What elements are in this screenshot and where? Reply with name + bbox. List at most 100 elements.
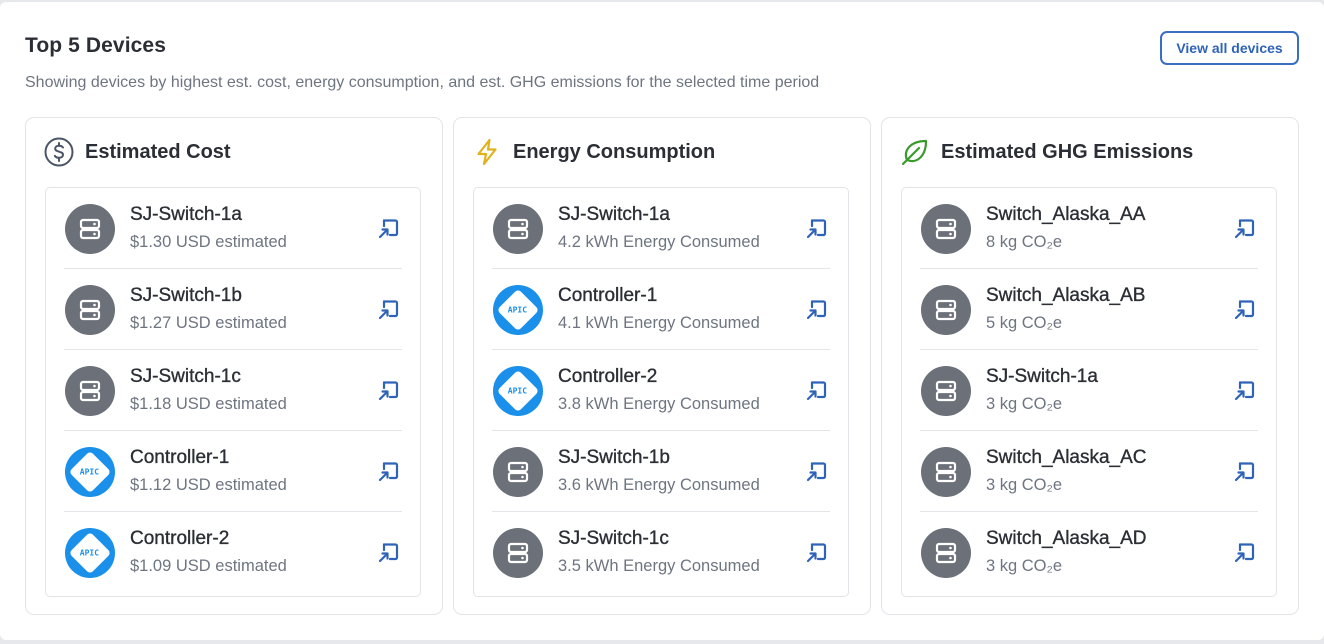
device-metric: $1.09 USD estimated bbox=[130, 557, 287, 575]
switch-device-icon bbox=[921, 285, 971, 335]
switch-device-icon bbox=[493, 204, 543, 254]
device-metric: $1.18 USD estimated bbox=[130, 395, 287, 413]
device-name[interactable]: SJ-Switch-1a bbox=[130, 204, 242, 226]
switch-device-icon bbox=[921, 447, 971, 497]
open-device-link-icon[interactable] bbox=[804, 541, 828, 565]
card-title: Energy Consumption bbox=[513, 140, 716, 163]
device-list: SJ-Switch-1a 4.2 kWh Energy Consumed API… bbox=[473, 187, 849, 597]
switch-device-icon bbox=[493, 447, 543, 497]
apic-controller-icon: APIC bbox=[493, 366, 543, 416]
open-device-link-icon[interactable] bbox=[804, 217, 828, 241]
apic-controller-icon: APIC bbox=[65, 528, 115, 578]
device-row: Switch_Alaska_AC 3 kg CO₂e bbox=[902, 431, 1276, 512]
open-device-link-icon[interactable] bbox=[1232, 541, 1256, 565]
panel-title: Top 5 Devices bbox=[25, 34, 166, 57]
device-row: Switch_Alaska_AB 5 kg CO₂e bbox=[902, 269, 1276, 350]
device-name[interactable]: Controller-1 bbox=[130, 447, 230, 469]
device-metric: $1.30 USD estimated bbox=[130, 233, 287, 251]
card-header: Estimated GHG Emissions bbox=[899, 136, 1193, 168]
apic-controller-icon: APIC bbox=[65, 447, 115, 497]
device-row: APIC Controller-2 3.8 kWh Energy Consume… bbox=[474, 350, 848, 431]
apic-controller-icon: APIC bbox=[493, 285, 543, 335]
device-metric: $1.12 USD estimated bbox=[130, 476, 287, 494]
open-device-link-icon[interactable] bbox=[1232, 460, 1256, 484]
top-devices-panel: Top 5 Devices Showing devices by highest… bbox=[0, 2, 1324, 640]
device-row: SJ-Switch-1b $1.27 USD estimated bbox=[46, 269, 420, 350]
open-device-link-icon[interactable] bbox=[804, 460, 828, 484]
device-metric: $1.27 USD estimated bbox=[130, 314, 287, 332]
device-name[interactable]: Controller-2 bbox=[558, 366, 658, 388]
device-row: SJ-Switch-1a 3 kg CO₂e bbox=[902, 350, 1276, 431]
switch-device-icon bbox=[921, 528, 971, 578]
device-row: SJ-Switch-1a $1.30 USD estimated bbox=[46, 188, 420, 269]
device-metric: 8 kg CO₂e bbox=[986, 233, 1063, 251]
open-device-link-icon[interactable] bbox=[376, 298, 400, 322]
ghg-emissions-card: Estimated GHG Emissions Switch_Alaska_AA… bbox=[881, 117, 1299, 615]
open-device-link-icon[interactable] bbox=[804, 379, 828, 403]
card-title: Estimated GHG Emissions bbox=[941, 140, 1194, 163]
device-name[interactable]: SJ-Switch-1c bbox=[558, 528, 669, 550]
device-metric: 3.6 kWh Energy Consumed bbox=[558, 476, 760, 494]
device-name[interactable]: Switch_Alaska_AC bbox=[986, 447, 1147, 469]
apic-label: APIC bbox=[80, 548, 100, 558]
view-all-devices-button[interactable]: View all devices bbox=[1160, 31, 1299, 65]
apic-label: APIC bbox=[80, 467, 100, 477]
device-metric: 5 kg CO₂e bbox=[986, 314, 1063, 332]
device-metric: 3.8 kWh Energy Consumed bbox=[558, 395, 760, 413]
lightning-bolt-icon bbox=[471, 136, 503, 168]
energy-consumption-card: Energy Consumption SJ-Switch-1a 4.2 kWh … bbox=[453, 117, 871, 615]
switch-device-icon bbox=[65, 204, 115, 254]
apic-diamond: APIC bbox=[496, 369, 540, 413]
device-row: SJ-Switch-1b 3.6 kWh Energy Consumed bbox=[474, 431, 848, 512]
device-row: SJ-Switch-1a 4.2 kWh Energy Consumed bbox=[474, 188, 848, 269]
open-device-link-icon[interactable] bbox=[376, 541, 400, 565]
open-device-link-icon[interactable] bbox=[376, 217, 400, 241]
device-name[interactable]: SJ-Switch-1c bbox=[130, 366, 241, 388]
device-name[interactable]: SJ-Switch-1a bbox=[558, 204, 670, 226]
switch-device-icon bbox=[65, 366, 115, 416]
leaf-icon bbox=[899, 136, 931, 168]
device-name[interactable]: SJ-Switch-1b bbox=[558, 447, 670, 469]
apic-label: APIC bbox=[508, 305, 528, 315]
panel-subtitle: Showing devices by highest est. cost, en… bbox=[25, 74, 820, 91]
device-name[interactable]: SJ-Switch-1b bbox=[130, 285, 242, 307]
device-row: Switch_Alaska_AD 3 kg CO₂e bbox=[902, 512, 1276, 593]
device-metric: 3 kg CO₂e bbox=[986, 557, 1063, 575]
dollar-circle-icon bbox=[43, 136, 75, 168]
card-header: Energy Consumption bbox=[471, 136, 715, 168]
device-row: APIC Controller-1 4.1 kWh Energy Consume… bbox=[474, 269, 848, 350]
device-metric: 4.1 kWh Energy Consumed bbox=[558, 314, 760, 332]
device-list: Switch_Alaska_AA 8 kg CO₂e Switch_Alaska… bbox=[901, 187, 1277, 597]
device-list: SJ-Switch-1a $1.30 USD estimated SJ-Swit… bbox=[45, 187, 421, 597]
open-device-link-icon[interactable] bbox=[1232, 379, 1256, 403]
switch-device-icon bbox=[921, 366, 971, 416]
device-row: APIC Controller-1 $1.12 USD estimated bbox=[46, 431, 420, 512]
device-row: SJ-Switch-1c $1.18 USD estimated bbox=[46, 350, 420, 431]
card-header: Estimated Cost bbox=[43, 136, 231, 168]
device-row: APIC Controller-2 $1.09 USD estimated bbox=[46, 512, 420, 593]
device-metric: 3 kg CO₂e bbox=[986, 395, 1063, 413]
open-device-link-icon[interactable] bbox=[1232, 217, 1256, 241]
device-row: SJ-Switch-1c 3.5 kWh Energy Consumed bbox=[474, 512, 848, 593]
device-name[interactable]: Switch_Alaska_AD bbox=[986, 528, 1147, 550]
device-name[interactable]: Controller-2 bbox=[130, 528, 230, 550]
open-device-link-icon[interactable] bbox=[376, 379, 400, 403]
card-title: Estimated Cost bbox=[85, 140, 231, 163]
open-device-link-icon[interactable] bbox=[1232, 298, 1256, 322]
device-name[interactable]: Controller-1 bbox=[558, 285, 658, 307]
switch-device-icon bbox=[65, 285, 115, 335]
open-device-link-icon[interactable] bbox=[804, 298, 828, 322]
apic-label: APIC bbox=[508, 386, 528, 396]
apic-diamond: APIC bbox=[68, 531, 112, 575]
apic-diamond: APIC bbox=[496, 288, 540, 332]
device-name[interactable]: Switch_Alaska_AA bbox=[986, 204, 1146, 226]
switch-device-icon bbox=[921, 204, 971, 254]
device-metric: 3 kg CO₂e bbox=[986, 476, 1063, 494]
open-device-link-icon[interactable] bbox=[376, 460, 400, 484]
switch-device-icon bbox=[493, 528, 543, 578]
device-name[interactable]: SJ-Switch-1a bbox=[986, 366, 1098, 388]
device-metric: 4.2 kWh Energy Consumed bbox=[558, 233, 760, 251]
panel-bottom-edge bbox=[0, 640, 1324, 644]
estimated-cost-card: Estimated Cost SJ-Switch-1a $1.30 USD es… bbox=[25, 117, 443, 615]
device-name[interactable]: Switch_Alaska_AB bbox=[986, 285, 1146, 307]
